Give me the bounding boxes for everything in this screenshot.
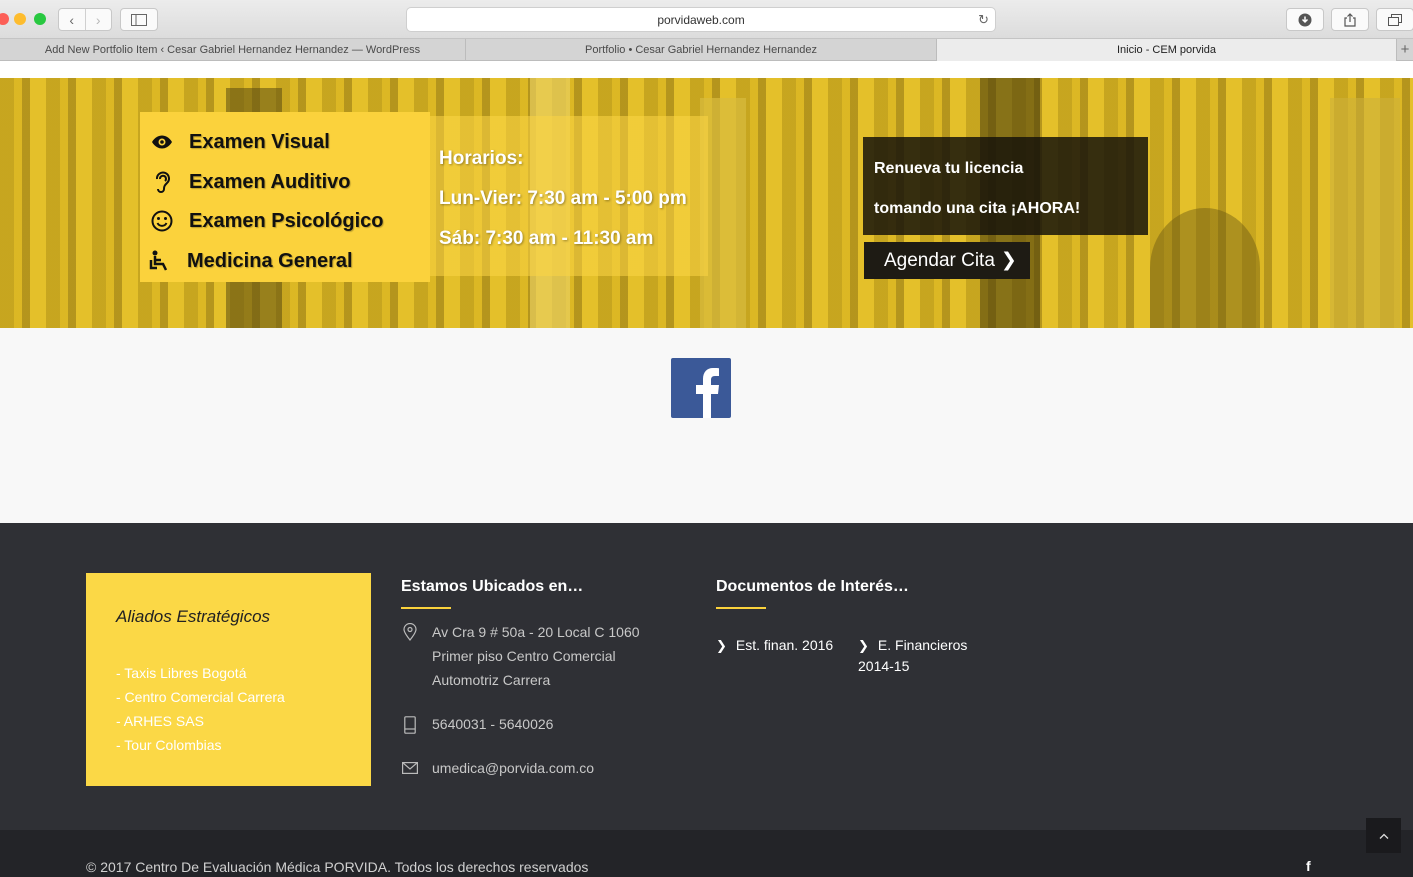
license-line2: tomando una cita ¡AHORA! [874, 200, 1081, 217]
service-label: Examen Visual [189, 130, 330, 153]
email-row: umedica@porvida.com.co [400, 756, 594, 780]
browser-toolbar: ‹ › porvidaweb.com ↻ [0, 0, 1413, 39]
address-bar[interactable]: porvidaweb.com ↻ [406, 7, 996, 32]
tab-inicio[interactable]: Inicio - CEM porvida [937, 39, 1397, 61]
service-item-medicina[interactable]: Medicina General [138, 246, 353, 276]
city-building [1330, 98, 1400, 328]
eye-icon [151, 131, 173, 153]
new-tab-button[interactable]: + [1397, 39, 1413, 60]
allies-list: - Taxis Libres Bogotá - Centro Comercial… [116, 661, 285, 757]
share-button[interactable] [1331, 8, 1369, 31]
phone-row: 5640031 - 5640026 [400, 712, 553, 736]
plus-icon: + [1400, 41, 1410, 58]
chevron-right-icon: ❯ [1000, 250, 1017, 271]
copyright-bar: © 2017 Centro De Evaluación Médica PORVI… [0, 830, 1413, 877]
hours-weekdays: Lun-Vier: 7:30 am - 5:00 pm [439, 188, 687, 209]
license-line1: Renueva tu licencia [874, 160, 1024, 177]
address-text: Av Cra 9 # 50a - 20 Local C 1060 Primer … [432, 624, 640, 688]
address-row: Av Cra 9 # 50a - 20 Local C 1060 Primer … [400, 620, 640, 692]
url-text: porvidaweb.com [657, 12, 745, 27]
ear-icon [151, 171, 173, 193]
doc-link-2016[interactable]: ❯ Est. finan. 2016 [716, 635, 833, 656]
chevron-right-icon: ❯ [716, 638, 727, 653]
agendar-cita-button[interactable]: Agendar Cita ❯ [864, 242, 1030, 279]
download-icon [1298, 13, 1312, 26]
close-window-button[interactable] [0, 13, 9, 25]
docs-underline [716, 607, 766, 609]
facebook-icon[interactable]: f [1306, 858, 1311, 874]
share-icon [1344, 12, 1356, 27]
back-button[interactable]: ‹ [59, 9, 85, 30]
tab-overview-button[interactable] [1376, 8, 1413, 31]
bullring [1150, 208, 1260, 328]
chevron-right-icon: › [95, 11, 101, 28]
forward-button[interactable]: › [84, 9, 112, 30]
ally-link[interactable]: - Tour Colombias [116, 733, 285, 757]
doc-link-2014-15[interactable]: ❯ E. Financieros 2014-15 [858, 635, 967, 677]
scroll-to-top-button[interactable] [1366, 818, 1401, 853]
allies-box: Aliados Estratégicos - Taxis Libres Bogo… [86, 573, 371, 786]
license-promo: Renueva tu licencia tomando una cita ¡AH… [863, 137, 1148, 235]
cta-label: Agendar Cita [884, 249, 995, 271]
envelope-icon [400, 756, 420, 780]
sidebar-toggle-button[interactable] [120, 8, 158, 31]
ally-link[interactable]: - ARHES SAS [116, 709, 285, 733]
copyright-text: © 2017 Centro De Evaluación Médica PORVI… [86, 859, 589, 875]
service-item-auditivo[interactable]: Examen Auditivo [140, 167, 351, 197]
service-label: Medicina General [187, 249, 353, 272]
site-footer: Aliados Estratégicos - Taxis Libres Bogo… [0, 523, 1413, 830]
service-label: Examen Psicológico [189, 209, 384, 232]
minimize-window-button[interactable] [14, 13, 26, 25]
downloads-button[interactable] [1286, 8, 1324, 31]
tab-portfolio[interactable]: Portfolio • Cesar Gabriel Hernandez Hern… [466, 39, 937, 61]
allies-title: Aliados Estratégicos [116, 607, 271, 626]
ally-link[interactable]: - Taxis Libres Bogotá [116, 661, 285, 685]
map-pin-icon [400, 620, 420, 692]
ally-link[interactable]: - Centro Comercial Carrera [116, 685, 285, 709]
docs-title: Documentos de Interés… [716, 578, 909, 595]
page-top-strip [0, 61, 1413, 78]
wheelchair-icon [149, 250, 171, 272]
service-label: Examen Auditivo [189, 170, 351, 193]
location-title: Estamos Ubicados en… [401, 578, 584, 595]
hours-box: Horarios: Lun-Vier: 7:30 am - 5:00 pm Sá… [430, 116, 708, 276]
tabs-icon [1388, 13, 1402, 26]
hours-saturday: Sáb: 7:30 am - 11:30 am [439, 228, 654, 249]
service-item-visual[interactable]: Examen Visual [140, 127, 330, 157]
chevron-up-icon [1379, 833, 1388, 839]
reload-icon[interactable]: ↻ [978, 12, 989, 28]
phone-text: 5640031 - 5640026 [432, 716, 554, 732]
facebook-link[interactable] [671, 358, 731, 418]
email-link[interactable]: umedica@porvida.com.co [432, 756, 594, 780]
phone-icon [400, 712, 420, 736]
history-nav: ‹ › [58, 8, 112, 31]
service-item-psicologico[interactable]: Examen Psicológico [140, 206, 384, 236]
tab-wordpress[interactable]: Add New Portfolio Item ‹ Cesar Gabriel H… [0, 39, 466, 61]
zoom-window-button[interactable] [34, 13, 46, 25]
chevron-left-icon: ‹ [69, 11, 75, 28]
tab-bar: Add New Portfolio Item ‹ Cesar Gabriel H… [0, 39, 1413, 61]
chevron-right-icon: ❯ [858, 638, 869, 653]
sidebar-icon [131, 13, 147, 26]
hero-banner: Examen Visual Examen Auditivo Examen Psi… [0, 78, 1413, 328]
location-underline [401, 607, 451, 609]
facebook-icon [696, 368, 719, 418]
hours-title: Horarios: [439, 148, 524, 169]
smiley-icon [151, 210, 173, 232]
